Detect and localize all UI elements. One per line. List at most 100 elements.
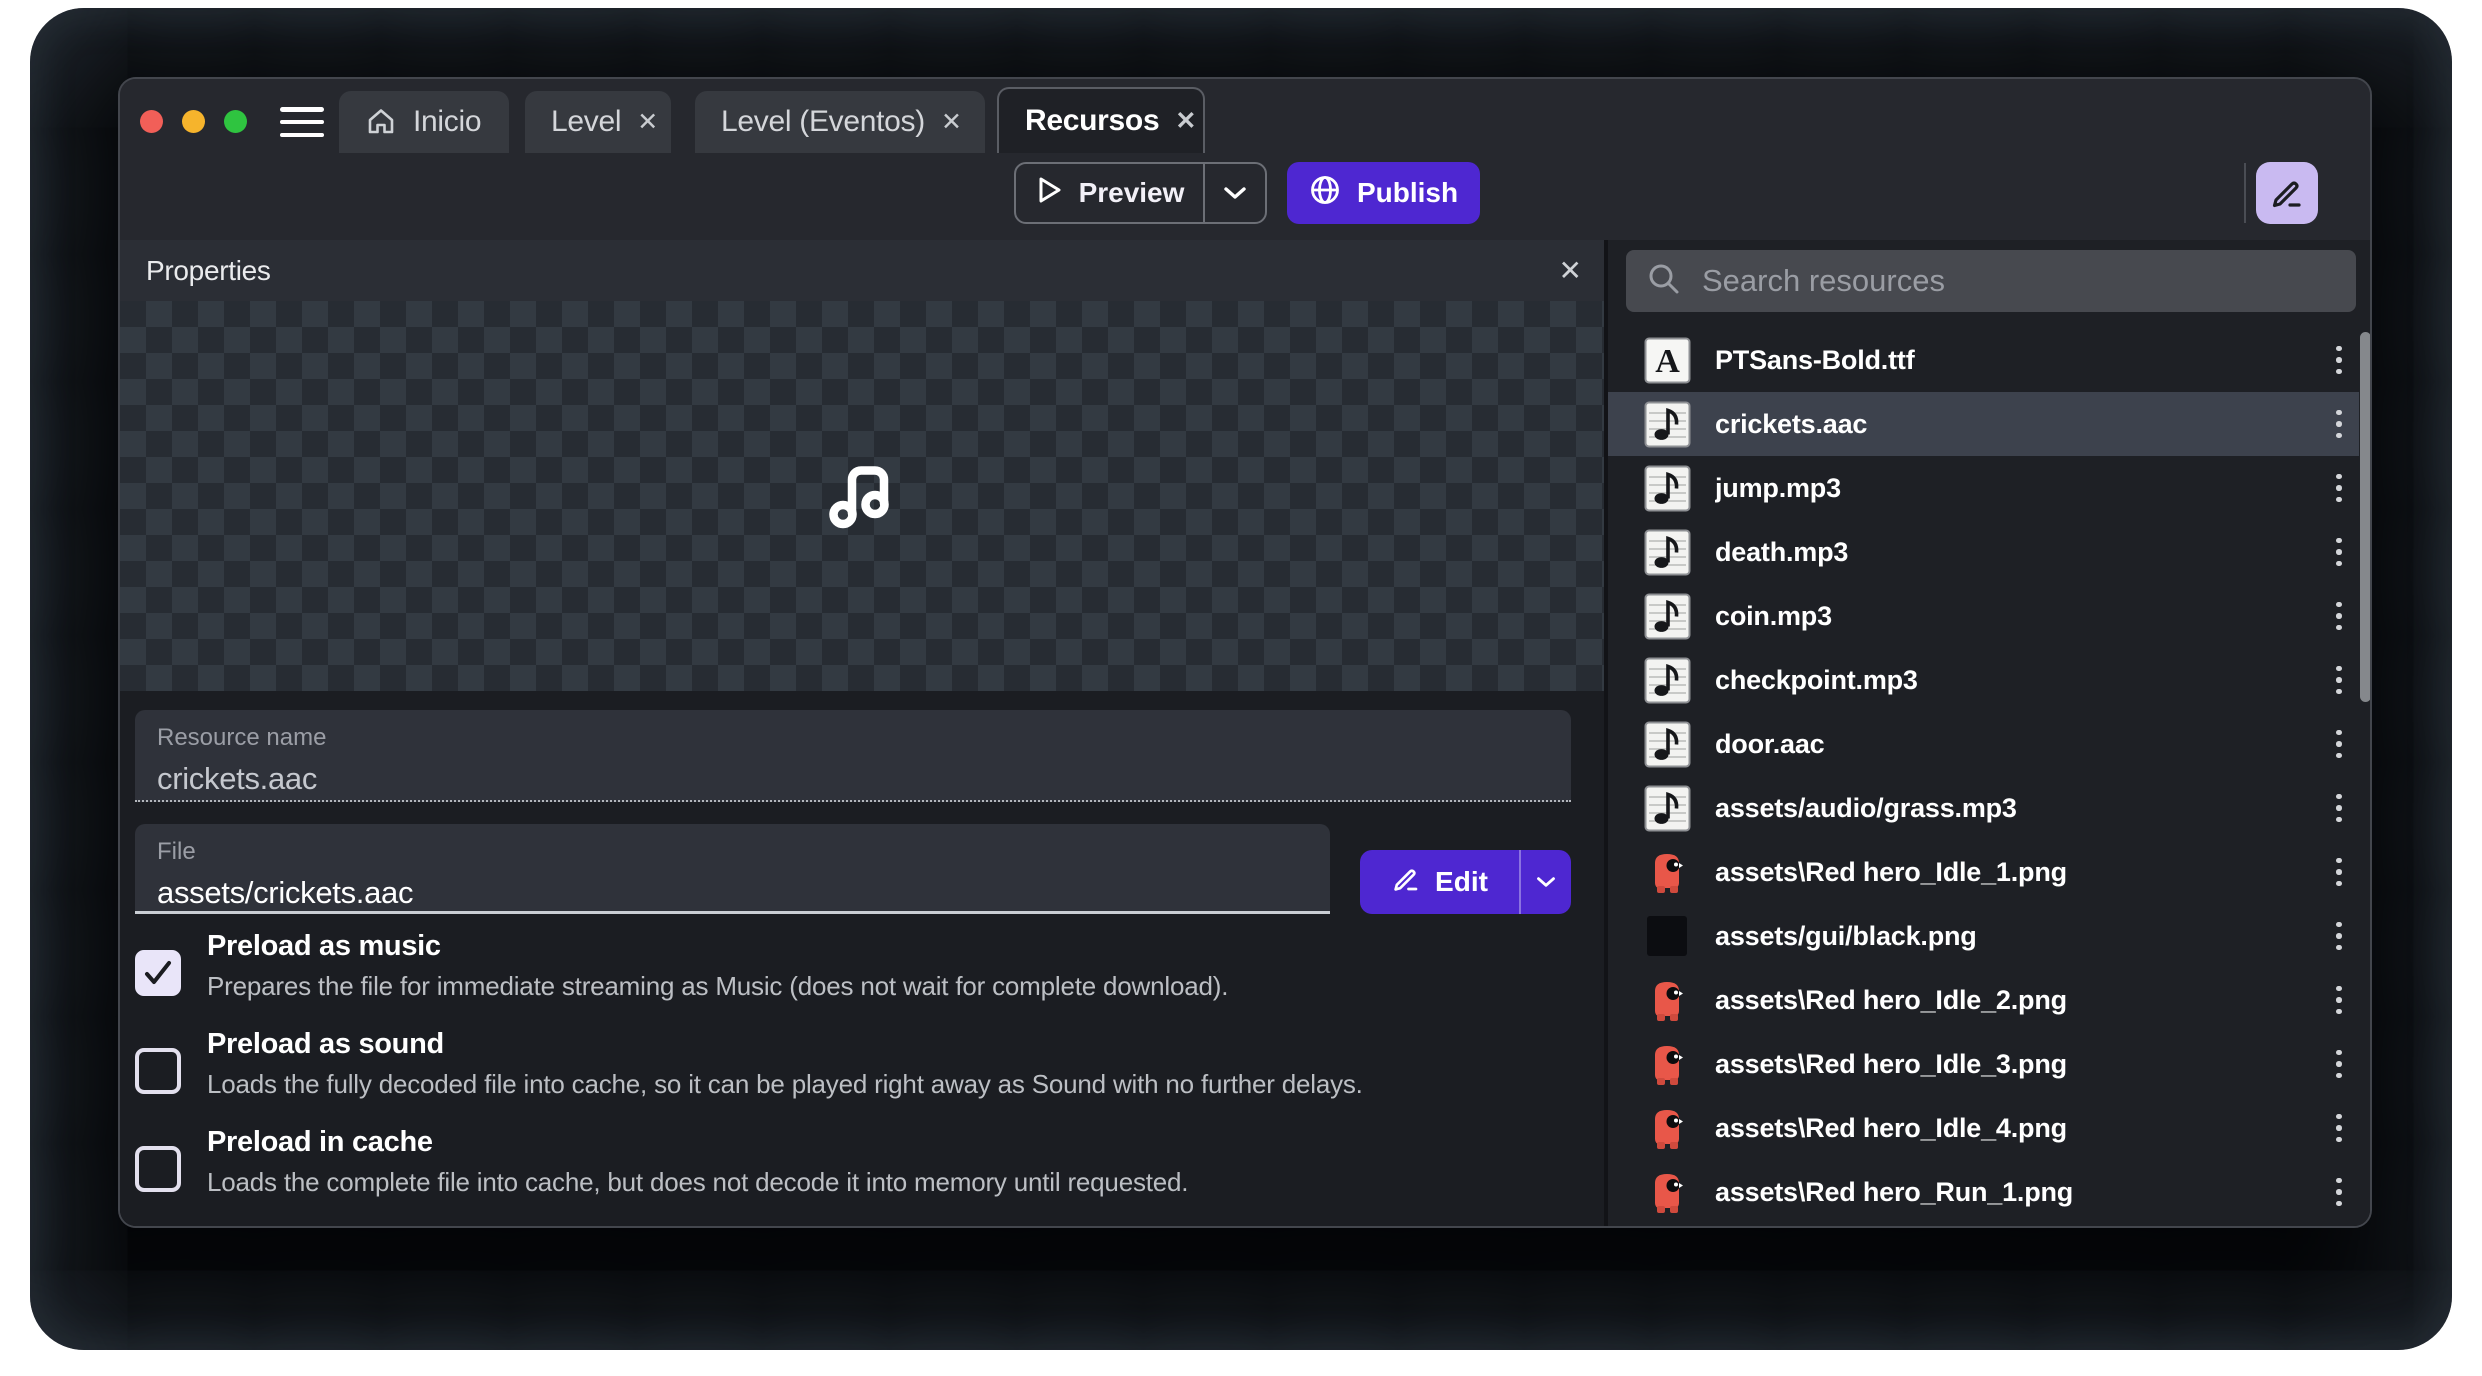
- checkbox-label: Preload as sound: [207, 1028, 1363, 1061]
- resource-item-label: checkpoint.mp3: [1715, 665, 2295, 696]
- resource-item-label: door.aac: [1715, 729, 2295, 760]
- tab-close-icon[interactable]: ✕: [941, 110, 962, 135]
- edit-label: Edit: [1435, 866, 1488, 898]
- kebab-menu-icon[interactable]: [2319, 1108, 2359, 1149]
- kebab-menu-icon[interactable]: [2319, 532, 2359, 573]
- edit-dropdown-button[interactable]: [1521, 850, 1571, 914]
- resource-list-item[interactable]: A assets\Red hero_Idle_4.png: [1608, 1096, 2359, 1160]
- resource-list-item[interactable]: A assets/gui/black.png: [1608, 904, 2359, 968]
- resource-list-item[interactable]: A door.aac: [1608, 712, 2359, 776]
- properties-header: Properties ✕: [120, 240, 1604, 301]
- preload-as-sound-checkbox[interactable]: [135, 1048, 181, 1094]
- kebab-menu-icon[interactable]: [2319, 852, 2359, 893]
- toolbar-divider: [2244, 163, 2246, 223]
- resource-item-label: assets/audio/grass.mp3: [1715, 793, 2295, 824]
- close-properties-icon[interactable]: ✕: [1559, 254, 1582, 287]
- tab-level[interactable]: Level ✕: [525, 91, 671, 153]
- publish-button[interactable]: Publish: [1287, 162, 1480, 224]
- preload-as-music-checkbox[interactable]: [135, 950, 181, 996]
- kebab-menu-icon[interactable]: [2319, 724, 2359, 765]
- checkbox-label: Preload in cache: [207, 1126, 1188, 1159]
- red-hero-sprite-icon: [1644, 1041, 1691, 1088]
- resource-name-value: crickets.aac: [157, 761, 1549, 797]
- search-box[interactable]: [1626, 250, 2356, 312]
- resource-item-label: coin.mp3: [1715, 601, 2295, 632]
- black-image-icon: [1644, 913, 1691, 960]
- resource-name-field[interactable]: Resource name crickets.aac: [135, 710, 1571, 802]
- tab-label: Level (Eventos): [721, 105, 925, 139]
- resource-list-item[interactable]: A assets/audio/grass.mp3: [1608, 776, 2359, 840]
- title-bar: Inicio Level ✕ Level (Eventos) ✕ Recurso…: [120, 79, 2370, 153]
- audio-file-icon: [1644, 721, 1691, 768]
- preload-as-sound-row: Preload as sound Loads the fully decoded…: [135, 1028, 1565, 1100]
- tab-inicio[interactable]: Inicio: [339, 91, 509, 153]
- pencil-icon: [1391, 864, 1421, 901]
- resource-list-item[interactable]: A assets\Red hero_Idle_2.png: [1608, 968, 2359, 1032]
- preload-in-cache-checkbox[interactable]: [135, 1146, 181, 1192]
- file-field[interactable]: File assets/crickets.aac: [135, 824, 1330, 914]
- home-icon: [365, 106, 397, 138]
- resource-item-label: jump.mp3: [1715, 473, 2295, 504]
- edit-file-button-main[interactable]: Edit: [1360, 850, 1519, 914]
- kebab-menu-icon[interactable]: [2319, 1044, 2359, 1085]
- kebab-menu-icon[interactable]: [2319, 660, 2359, 701]
- preview-button-main[interactable]: Preview: [1016, 164, 1203, 222]
- checkbox-description: Loads the complete file into cache, but …: [207, 1167, 1188, 1198]
- resource-item-label: assets\Red hero_Idle_1.png: [1715, 857, 2295, 888]
- kebab-menu-icon[interactable]: [2319, 468, 2359, 509]
- resource-list-item[interactable]: A assets\Red hero_Idle_1.png: [1608, 840, 2359, 904]
- file-value: assets/crickets.aac: [157, 875, 1308, 911]
- content-area: Properties ✕ Resource name crickets.aac …: [120, 240, 2370, 1228]
- app-window: Inicio Level ✕ Level (Eventos) ✕ Recurso…: [118, 77, 2372, 1228]
- play-icon: [1035, 176, 1063, 211]
- close-window-button[interactable]: [140, 110, 163, 133]
- preview-button[interactable]: Preview: [1014, 162, 1267, 224]
- edit-file-button[interactable]: Edit: [1360, 850, 1571, 914]
- properties-panel: Properties ✕ Resource name crickets.aac …: [120, 240, 1604, 1228]
- resource-list-item[interactable]: A jump.mp3: [1608, 456, 2359, 520]
- resource-list-item[interactable]: A assets\Red hero_Idle_3.png: [1608, 1032, 2359, 1096]
- resource-list-item[interactable]: A PTSans-Bold.ttf: [1608, 328, 2359, 392]
- resource-item-label: assets\Red hero_Idle_3.png: [1715, 1049, 2295, 1080]
- edit-mode-toggle-button[interactable]: [2256, 162, 2318, 224]
- audio-file-icon: [1644, 657, 1691, 704]
- tab-level-eventos[interactable]: Level (Eventos) ✕: [695, 91, 985, 153]
- kebab-menu-icon[interactable]: [2319, 1172, 2359, 1213]
- resource-list-item[interactable]: A checkpoint.mp3: [1608, 648, 2359, 712]
- search-icon: [1646, 261, 1682, 302]
- red-hero-sprite-icon: [1644, 849, 1691, 896]
- zoom-window-button[interactable]: [224, 110, 247, 133]
- kebab-menu-icon[interactable]: [2319, 788, 2359, 829]
- resource-list-item[interactable]: A assets\Red hero_Run_1.png: [1608, 1160, 2359, 1224]
- audio-file-icon: [1644, 785, 1691, 832]
- resource-item-label: assets/gui/black.png: [1715, 921, 2295, 952]
- kebab-menu-icon[interactable]: [2319, 340, 2359, 381]
- resource-list-item[interactable]: A coin.mp3: [1608, 584, 2359, 648]
- svg-text:A: A: [1655, 343, 1680, 380]
- resource-item-label: assets\Red hero_Idle_2.png: [1715, 985, 2295, 1016]
- publish-label: Publish: [1357, 177, 1458, 209]
- resource-list-item[interactable]: A death.mp3: [1608, 520, 2359, 584]
- resources-panel: A PTSans-Bold.ttf: [1608, 240, 2372, 1228]
- kebab-menu-icon[interactable]: [2319, 596, 2359, 637]
- tab-recursos[interactable]: Recursos ✕: [997, 87, 1205, 153]
- tab-close-icon[interactable]: ✕: [637, 110, 658, 135]
- preview-dropdown-button[interactable]: [1205, 164, 1265, 222]
- tab-close-icon[interactable]: ✕: [1175, 109, 1196, 134]
- resource-list-item[interactable]: A crickets.aac: [1608, 392, 2359, 456]
- minimize-window-button[interactable]: [182, 110, 205, 133]
- resource-item-label: death.mp3: [1715, 537, 2295, 568]
- red-hero-sprite-icon: [1644, 1105, 1691, 1152]
- search-resources-input[interactable]: [1700, 262, 2336, 300]
- kebab-menu-icon[interactable]: [2319, 404, 2359, 445]
- menu-hamburger-icon[interactable]: [280, 107, 324, 137]
- resource-list: A PTSans-Bold.ttf: [1608, 328, 2372, 1224]
- scrollbar-thumb[interactable]: [2360, 332, 2371, 702]
- resource-name-label: Resource name: [157, 724, 1549, 752]
- resource-item-label: crickets.aac: [1715, 409, 2295, 440]
- kebab-menu-icon[interactable]: [2319, 916, 2359, 957]
- kebab-menu-icon[interactable]: [2319, 980, 2359, 1021]
- audio-file-icon: [1644, 401, 1691, 448]
- music-note-icon: [816, 448, 908, 545]
- preload-in-cache-row: Preload in cache Loads the complete file…: [135, 1126, 1565, 1198]
